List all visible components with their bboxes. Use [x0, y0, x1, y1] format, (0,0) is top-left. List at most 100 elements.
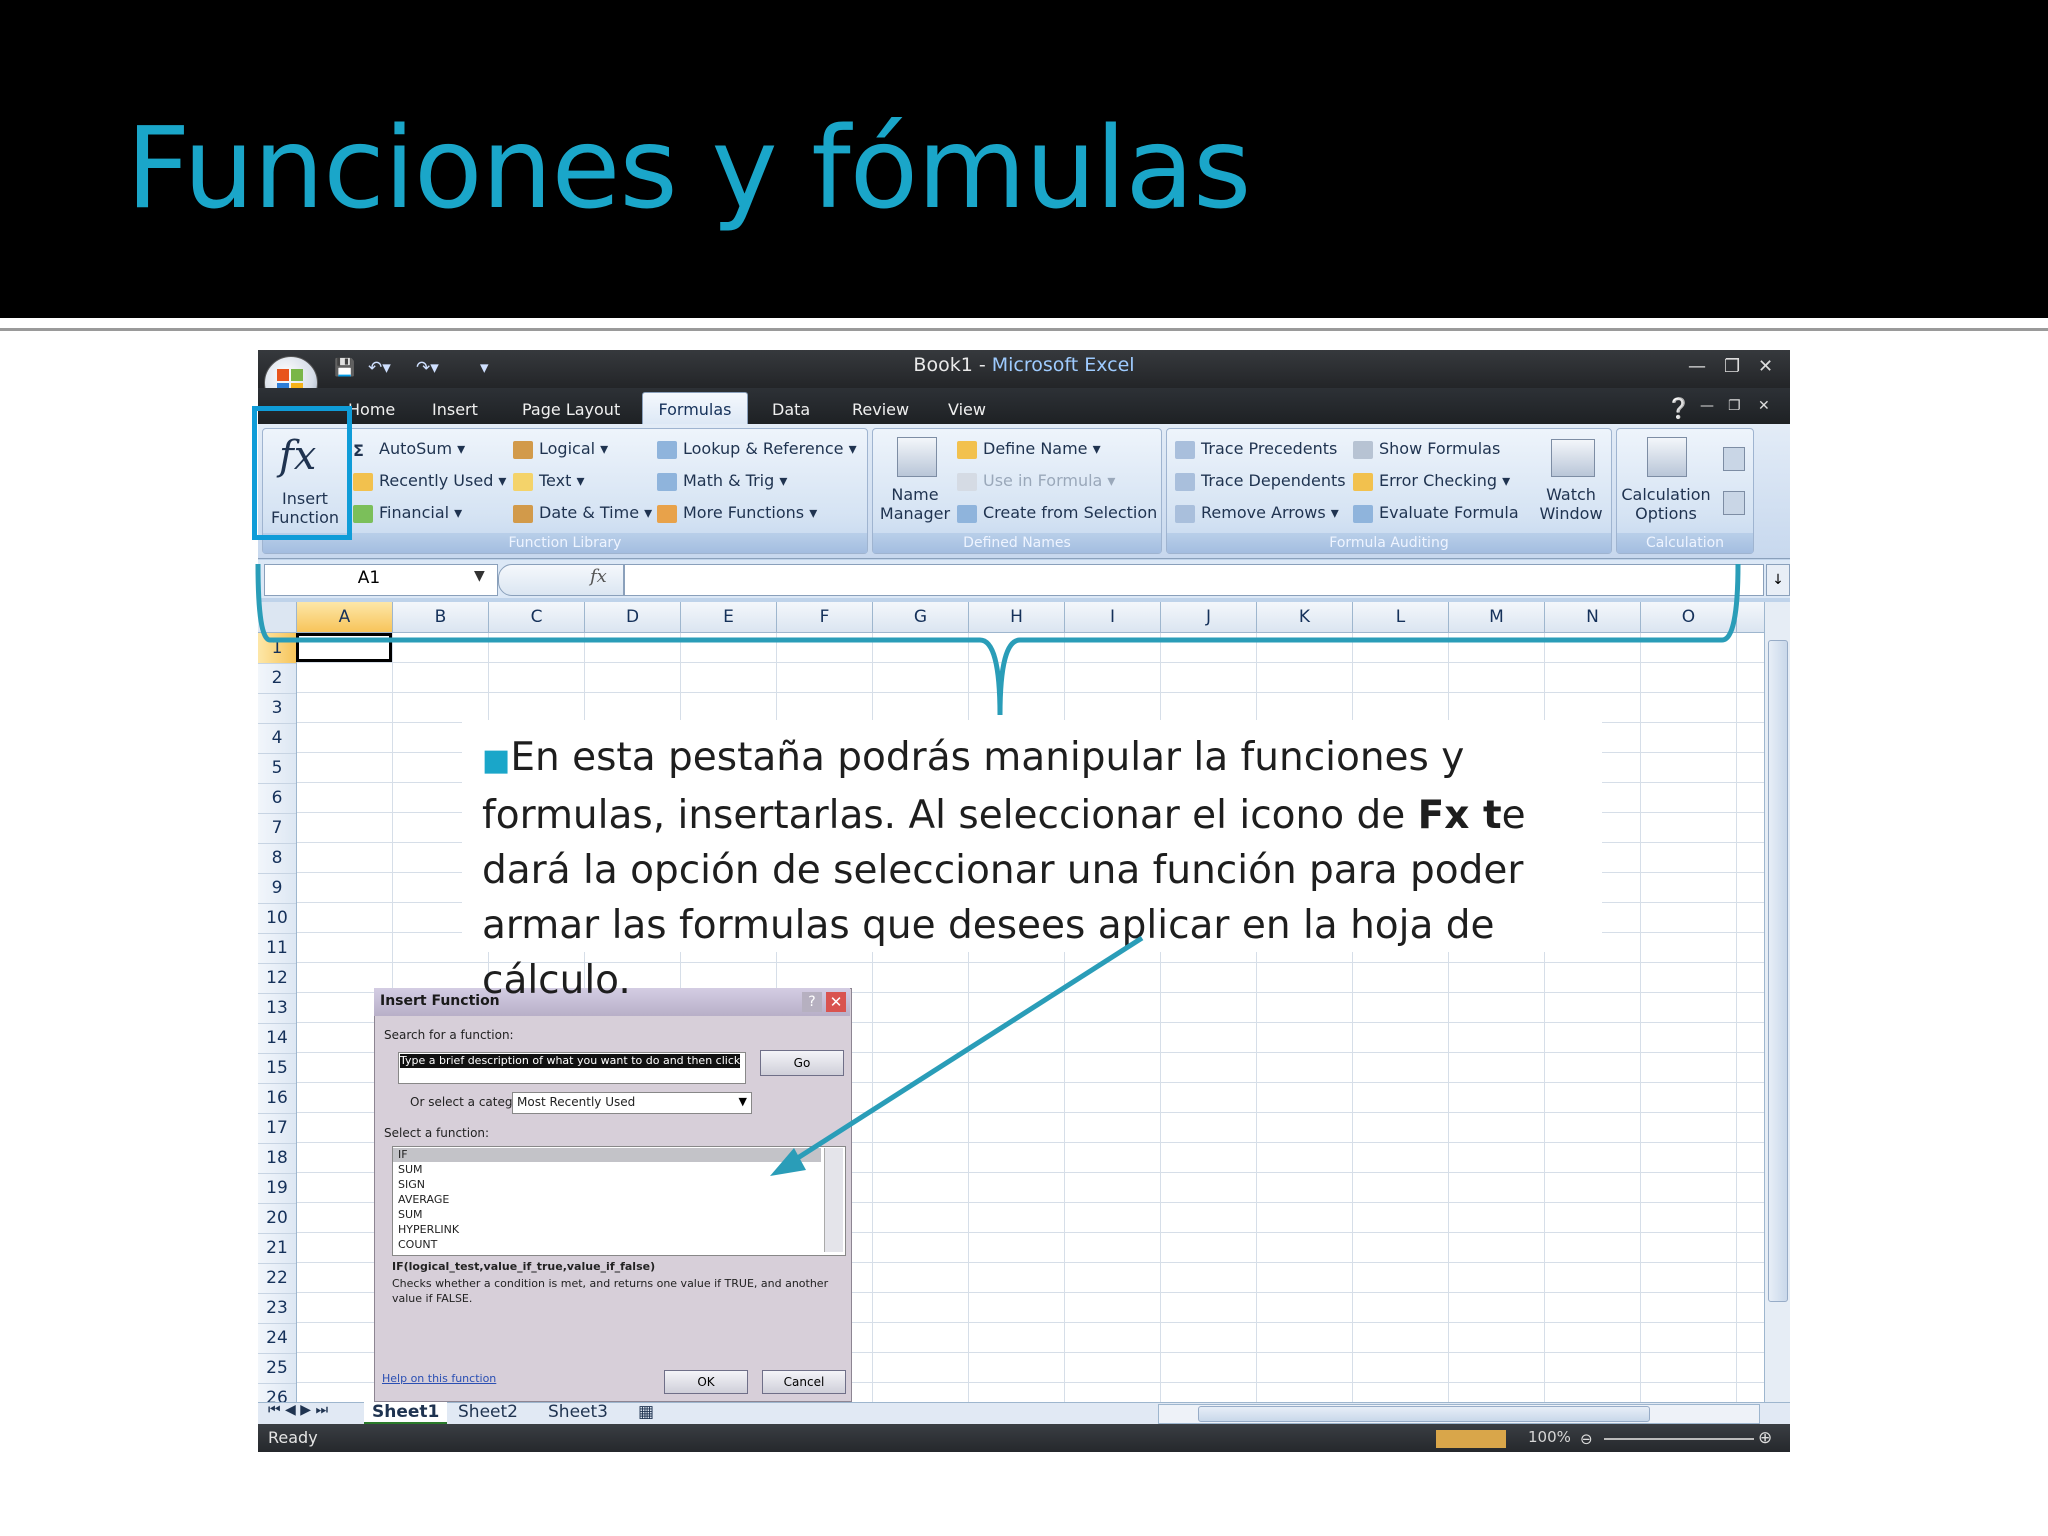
formula-input[interactable]	[624, 564, 1764, 596]
row-header-11[interactable]: 11	[258, 933, 296, 964]
function-item[interactable]: AVERAGE	[398, 1193, 449, 1206]
sheet-tab-1[interactable]: Sheet1	[364, 1402, 448, 1424]
save-icon[interactable]: 💾	[334, 358, 355, 378]
lookup-reference-button[interactable]: Lookup & Reference ▾	[657, 439, 857, 459]
function-item[interactable]: SUM	[398, 1208, 423, 1221]
row-header-7[interactable]: 7	[258, 813, 296, 844]
financial-button[interactable]: Financial ▾	[353, 503, 462, 523]
row-header-25[interactable]: 25	[258, 1353, 296, 1384]
go-button[interactable]: Go	[760, 1050, 844, 1076]
row-header-26[interactable]: 26	[258, 1383, 296, 1402]
tab-data[interactable]: Data	[772, 400, 810, 419]
column-header-i[interactable]: I	[1065, 602, 1161, 632]
column-header-d[interactable]: D	[585, 602, 681, 632]
restore-icon[interactable]: ❐	[1724, 356, 1740, 377]
row-header-9[interactable]: 9	[258, 873, 296, 904]
column-header-a[interactable]: A	[297, 602, 393, 632]
define-name-button[interactable]: Define Name ▾	[957, 439, 1101, 459]
recently-used-button[interactable]: Recently Used ▾	[353, 471, 506, 491]
vertical-scroll-thumb[interactable]	[1768, 640, 1788, 1302]
column-header-l[interactable]: L	[1353, 602, 1449, 632]
chevron-down-icon[interactable]: ▼	[474, 568, 485, 584]
active-cell[interactable]	[296, 633, 392, 662]
close-icon[interactable]: ✕	[1758, 356, 1773, 377]
sheet-nav-icon[interactable]: ⏮ ◀ ▶ ⏭	[268, 1402, 328, 1418]
remove-arrows-button[interactable]: Remove Arrows ▾	[1175, 503, 1339, 523]
row-header-3[interactable]: 3	[258, 693, 296, 724]
zoom-slider[interactable]	[1604, 1438, 1754, 1440]
column-header-b[interactable]: B	[393, 602, 489, 632]
show-formulas-button[interactable]: Show Formulas	[1353, 439, 1500, 459]
row-header-18[interactable]: 18	[258, 1143, 296, 1174]
function-item[interactable]: COUNT	[398, 1238, 437, 1251]
sheet-tab-2[interactable]: Sheet2	[458, 1402, 518, 1422]
calculate-now-icon[interactable]	[1723, 447, 1745, 471]
row-header-4[interactable]: 4	[258, 723, 296, 754]
row-header-17[interactable]: 17	[258, 1113, 296, 1144]
error-checking-button[interactable]: Error Checking ▾	[1353, 471, 1510, 491]
calculation-options-button[interactable]: Calculation Options	[1619, 435, 1713, 531]
function-item[interactable]: IF	[398, 1148, 408, 1161]
watch-window-button[interactable]: Watch Window	[1535, 435, 1607, 531]
column-header-m[interactable]: M	[1449, 602, 1545, 632]
function-list-scrollbar[interactable]	[824, 1148, 843, 1252]
ribbon-minimize-icon[interactable]: —	[1700, 398, 1714, 414]
horizontal-scroll-thumb[interactable]	[1198, 1406, 1650, 1422]
insert-sheet-icon[interactable]: ▦	[638, 1402, 654, 1422]
trace-precedents-button[interactable]: Trace Precedents	[1175, 439, 1337, 459]
row-header-8[interactable]: 8	[258, 843, 296, 874]
column-header-f[interactable]: F	[777, 602, 873, 632]
more-functions-button[interactable]: More Functions ▾	[657, 503, 817, 523]
function-item[interactable]: SIGN	[398, 1178, 425, 1191]
row-header-23[interactable]: 23	[258, 1293, 296, 1324]
row-header-2[interactable]: 2	[258, 663, 296, 694]
help-on-function-link[interactable]: Help on this function	[382, 1372, 496, 1385]
column-header-h[interactable]: H	[969, 602, 1065, 632]
autosum-button[interactable]: Σ AutoSum ▾	[353, 439, 465, 460]
row-header-20[interactable]: 20	[258, 1203, 296, 1234]
minimize-icon[interactable]: —	[1688, 356, 1706, 377]
customize-qat-icon[interactable]: ▾	[480, 358, 489, 378]
select-all-corner[interactable]	[258, 602, 297, 632]
evaluate-formula-button[interactable]: Evaluate Formula	[1353, 503, 1519, 523]
date-time-button[interactable]: Date & Time ▾	[513, 503, 652, 523]
zoom-out-icon[interactable]: ⊖	[1580, 1430, 1593, 1448]
ribbon-close-icon[interactable]: ✕	[1758, 398, 1770, 414]
math-trig-button[interactable]: Math & Trig ▾	[657, 471, 787, 491]
trace-dependents-button[interactable]: Trace Dependents	[1175, 471, 1346, 491]
tab-home[interactable]: Home	[348, 400, 395, 419]
tab-insert[interactable]: Insert	[432, 400, 478, 419]
undo-icon[interactable]: ↶▾	[368, 358, 391, 378]
row-header-15[interactable]: 15	[258, 1053, 296, 1084]
row-header-19[interactable]: 19	[258, 1173, 296, 1204]
column-header-e[interactable]: E	[681, 602, 777, 632]
column-header-g[interactable]: G	[873, 602, 969, 632]
row-header-13[interactable]: 13	[258, 993, 296, 1024]
row-header-5[interactable]: 5	[258, 753, 296, 784]
row-header-16[interactable]: 16	[258, 1083, 296, 1114]
calculate-sheet-icon[interactable]	[1723, 491, 1745, 515]
function-list[interactable]	[392, 1146, 846, 1256]
tab-formulas[interactable]: Formulas	[642, 400, 748, 419]
name-manager-button[interactable]: Name Manager	[877, 435, 953, 531]
text-button[interactable]: Text ▾	[513, 471, 584, 491]
function-item[interactable]: HYPERLINK	[398, 1223, 459, 1236]
category-select[interactable]: Most Recently Used ▼	[512, 1092, 752, 1114]
ok-button[interactable]: OK	[664, 1370, 748, 1394]
row-header-22[interactable]: 22	[258, 1263, 296, 1294]
row-header-10[interactable]: 10	[258, 903, 296, 934]
ribbon-restore-icon[interactable]: ❐	[1728, 398, 1741, 414]
column-header-j[interactable]: J	[1161, 602, 1257, 632]
insert-function-fx-icon[interactable]: fx	[590, 566, 607, 587]
row-header-21[interactable]: 21	[258, 1233, 296, 1264]
sheet-tab-3[interactable]: Sheet3	[548, 1402, 608, 1422]
expand-formula-bar-icon[interactable]: ↓	[1766, 564, 1790, 596]
tab-page-layout[interactable]: Page Layout	[522, 400, 620, 419]
row-header-24[interactable]: 24	[258, 1323, 296, 1354]
tab-view[interactable]: View	[948, 400, 986, 419]
column-header-c[interactable]: C	[489, 602, 585, 632]
row-header-14[interactable]: 14	[258, 1023, 296, 1054]
column-header-n[interactable]: N	[1545, 602, 1641, 632]
function-item[interactable]: SUM	[398, 1163, 423, 1176]
use-in-formula-button[interactable]: Use in Formula ▾	[957, 471, 1115, 491]
